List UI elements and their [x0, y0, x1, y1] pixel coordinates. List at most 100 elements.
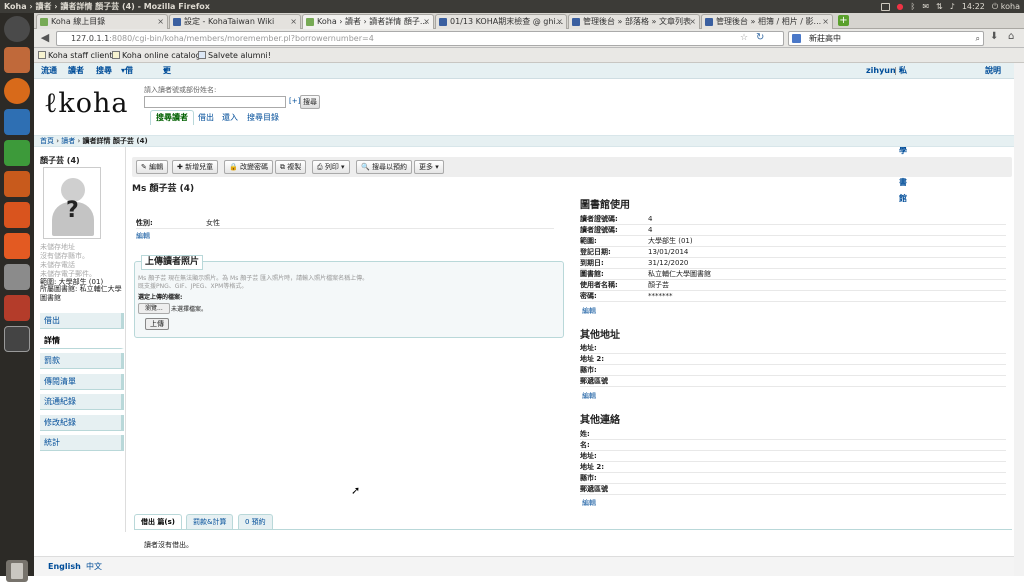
patron-search-button[interactable]: 搜尋 [300, 95, 320, 109]
close-icon[interactable]: × [423, 15, 430, 28]
nav-circulation[interactable]: 流通 [41, 63, 57, 79]
row-label: 密碼: [580, 292, 597, 300]
language-bar: English 中文 [34, 556, 1024, 576]
network-icon[interactable]: ⇅ [936, 0, 943, 13]
nav-patrons[interactable]: 讀者 [68, 63, 84, 79]
language-english[interactable]: English [48, 557, 81, 576]
close-icon[interactable]: × [157, 15, 164, 28]
edit-library-use-link[interactable]: 編輯 [582, 306, 596, 316]
home-library: 所屬圖書館: 私立輔仁大學圖書館 [40, 285, 126, 303]
bookmark-salvete[interactable]: Salvete alumni! [198, 48, 271, 63]
row-value: ******* [648, 292, 673, 300]
calc-icon[interactable] [4, 140, 30, 166]
bookmark-star-icon[interactable]: ☆ [740, 31, 748, 45]
page-scrollbar[interactable] [1014, 63, 1024, 576]
tab-koha-opac[interactable]: Koha 線上目錄 × [36, 14, 168, 29]
trash-icon[interactable] [6, 560, 28, 582]
search-icon[interactable]: ⌕ [976, 32, 980, 45]
tab-fines[interactable]: 罰款&計算 [186, 514, 234, 529]
tab-album-admin[interactable]: 管理後台 » 相簿 / 相片 / 影... × [701, 14, 833, 29]
download-icon[interactable]: ⬇ [990, 31, 998, 42]
menu-modification-log[interactable]: 修改紀錄 [40, 415, 124, 431]
nav-search[interactable]: 搜尋 [96, 63, 112, 79]
files-icon[interactable] [4, 47, 30, 73]
impress-icon[interactable] [4, 171, 30, 197]
alt-address-row: 縣市: [580, 365, 1006, 376]
web-search-box[interactable]: 新莊高中 ⌕ [788, 31, 984, 46]
tab-label: 01/13 KOHA期末檢查 @ ghi... [450, 17, 564, 26]
menu-details[interactable]: 詳情 [40, 333, 124, 349]
google-icon[interactable] [792, 34, 801, 43]
tab-holds[interactable]: 0 預約 [238, 514, 273, 529]
logged-in-user[interactable]: zihyun [866, 63, 896, 79]
nav-more[interactable]: 更多 ▾ [163, 63, 171, 91]
menu-routing-lists[interactable]: 傳閱清單 [40, 374, 124, 390]
koha-logo[interactable]: ℓkoha [44, 86, 129, 120]
edit-alt-contact-link[interactable]: 編輯 [582, 498, 596, 508]
mail-icon[interactable]: ✉ [922, 0, 929, 13]
close-icon[interactable]: × [556, 15, 563, 28]
tab-search-catalog[interactable]: 搜尋目錄 [247, 111, 279, 126]
bluetooth-icon[interactable]: ᛒ [911, 0, 916, 13]
back-button[interactable]: ◀ [38, 31, 52, 45]
clock[interactable]: 14:22 [962, 0, 985, 13]
terminal-icon[interactable] [4, 326, 30, 352]
bookmark-staff-client[interactable]: Koha staff client [38, 48, 113, 63]
menu-statistics[interactable]: 統計 [40, 435, 124, 451]
close-icon[interactable]: × [822, 15, 829, 28]
menu-fines[interactable]: 罰款 [40, 353, 124, 369]
tab-checkin[interactable]: 還入 [222, 111, 238, 126]
edit-main-link[interactable]: 編輯 [136, 231, 150, 241]
search-to-hold-button[interactable]: 🔍 搜尋以預約 [356, 160, 412, 174]
ubuntu-one-icon[interactable] [4, 233, 30, 259]
current-library[interactable]: 私立輔仁大學圖書館 ▾ [899, 63, 907, 203]
menu-checkout[interactable]: 借出 [40, 313, 124, 329]
edit-alt-address-link[interactable]: 編輯 [582, 391, 596, 401]
expand-search-link[interactable]: [+] [289, 97, 300, 105]
menu-circulation-history[interactable]: 流通紀錄 [40, 394, 124, 410]
close-icon[interactable]: × [689, 15, 696, 28]
session-user[interactable]: ⏻ koha [992, 0, 1020, 13]
patron-search-input[interactable] [144, 96, 286, 108]
add-child-button[interactable]: ✚ 新增兒童 [172, 160, 219, 174]
keyboard-icon[interactable] [880, 2, 890, 11]
nav-cart[interactable]: ▾ 借出籃 [121, 63, 133, 107]
tab-checkouts[interactable]: 借出 篇(s) [134, 514, 183, 529]
new-tab-button[interactable]: + [838, 15, 849, 26]
breadcrumb-home[interactable]: 首頁 [40, 137, 54, 145]
language-chinese[interactable]: 中文 [86, 557, 102, 576]
update-icon[interactable]: ● [897, 0, 904, 13]
tab-blog-admin[interactable]: 管理後台 » 部落格 » 文章列表 × [568, 14, 700, 29]
breadcrumb-patrons[interactable]: 讀者 [61, 137, 75, 145]
writer-icon[interactable] [4, 109, 30, 135]
browse-button[interactable]: 瀏覽... [138, 303, 170, 314]
close-icon[interactable]: × [290, 15, 297, 28]
dash-home-icon[interactable] [4, 16, 30, 42]
tab-search-patrons[interactable]: 搜尋讀者 [150, 110, 194, 125]
settings-icon[interactable] [4, 264, 30, 290]
bookmark-label: Koha staff client [48, 51, 113, 60]
row-value: 4 [648, 226, 653, 234]
home-icon[interactable]: ⌂ [1008, 31, 1014, 42]
url-bar[interactable]: 127.0.1.1:8080/cgi-bin/koha/members/more… [56, 31, 784, 46]
library-use-row: 圖書館: 私立輔仁大學圖書館 [580, 269, 1006, 280]
upload-button[interactable]: 上傳 [145, 318, 169, 330]
edit-button[interactable]: ✎ 編輯 [136, 160, 169, 174]
bookmark-online-catalog[interactable]: Koha online catalog [112, 48, 201, 63]
tools-icon[interactable] [4, 295, 30, 321]
software-center-icon[interactable] [4, 202, 30, 228]
volume-icon[interactable]: ♪ [950, 0, 955, 13]
print-menu-button[interactable]: ⎙ 列印 ▾ [312, 160, 350, 174]
tab-wiki[interactable]: 設定 - KohaTaiwan Wiki × [169, 14, 301, 29]
tab-koha-patron[interactable]: Koha › 讀者 › 讀者詳情 顏子... × [302, 14, 434, 29]
bookmarks-bar: Koha staff client Koha online catalog Sa… [34, 48, 1024, 63]
blog-favicon-icon [572, 18, 580, 26]
help-link[interactable]: 說明 [985, 63, 1001, 79]
tab-ghi[interactable]: 01/13 KOHA期末檢查 @ ghi... × [435, 14, 567, 29]
more-menu-button[interactable]: 更多 ▾ [414, 160, 444, 174]
reload-icon[interactable]: ↻ [756, 31, 764, 45]
change-password-button[interactable]: 🔒 改變密碼 [224, 160, 273, 174]
tab-checkout[interactable]: 借出 [198, 111, 214, 126]
firefox-icon[interactable] [4, 78, 30, 104]
duplicate-button[interactable]: ⧉ 複製 [275, 160, 307, 174]
